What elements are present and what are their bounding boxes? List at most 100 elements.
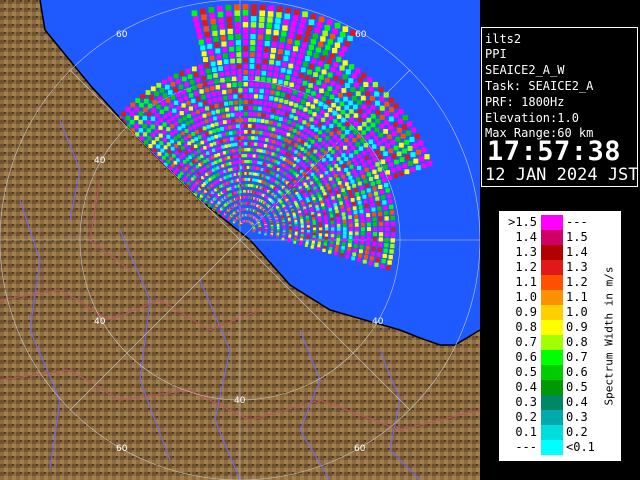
echo-cell <box>378 232 384 237</box>
echo-cell <box>330 237 334 241</box>
echo-cell <box>337 122 342 127</box>
echo-cell <box>348 223 353 227</box>
echo-cell <box>243 40 249 46</box>
echo-cell <box>349 64 355 70</box>
echo-cell <box>156 104 161 110</box>
echo-cell <box>220 35 226 41</box>
echo-cell <box>346 160 351 165</box>
echo-cell <box>209 12 215 19</box>
echo-cell <box>314 135 319 139</box>
echo-cell <box>350 179 355 184</box>
echo-cell <box>319 227 323 231</box>
echo-cell <box>387 175 393 180</box>
echo-cell <box>377 247 382 252</box>
echo-cell <box>271 47 276 53</box>
echo-cell <box>248 88 254 93</box>
echo-cell <box>202 126 207 131</box>
echo-cell <box>220 152 224 156</box>
echo-cell <box>229 101 234 106</box>
echo-cell <box>248 100 253 105</box>
echo-cell <box>213 73 218 78</box>
echo-cell <box>284 50 290 56</box>
echo-cell <box>402 163 407 168</box>
echo-cell <box>346 186 351 190</box>
echo-cell <box>418 140 424 146</box>
echo-cell <box>150 86 156 92</box>
legend-row: >1.5 --- <box>503 215 593 230</box>
echo-cell <box>230 58 235 64</box>
product-type: PPI <box>485 47 507 61</box>
echo-cell <box>146 111 152 117</box>
echo-cell <box>327 72 333 78</box>
radar-ppi-map[interactable]: 60 60 40 40 40 40 60 60 <box>0 0 480 480</box>
echo-cell <box>327 39 333 45</box>
echo-cell <box>235 28 241 34</box>
echo-cell <box>359 185 364 190</box>
echo-cell <box>415 165 421 171</box>
echo-cell <box>339 142 344 147</box>
echo-cell <box>348 175 353 180</box>
echo-cell <box>307 137 312 142</box>
echo-cell <box>344 167 349 172</box>
legend-row: 1.1 1.2 <box>503 275 593 290</box>
echo-cell <box>195 130 199 134</box>
echo-cell <box>177 141 182 146</box>
echo-cell <box>327 107 333 113</box>
echo-cell <box>259 88 264 94</box>
echo-cell <box>378 132 383 138</box>
echo-cell <box>230 112 235 117</box>
echo-cell <box>267 108 271 112</box>
echo-cell <box>125 115 131 121</box>
echo-cell <box>334 248 339 252</box>
legend-upper-bound: 0.7 <box>566 350 588 364</box>
echo-cell <box>341 242 346 246</box>
echo-cell <box>365 183 370 188</box>
echo-cell <box>324 218 328 222</box>
echo-cell <box>259 4 266 11</box>
range-label: 60 <box>355 30 367 40</box>
echo-cell <box>234 4 240 10</box>
echo-cell <box>191 98 196 104</box>
echo-cell <box>321 96 326 102</box>
echo-cell <box>158 133 163 138</box>
echo-cell <box>224 126 228 130</box>
echo-cell <box>302 120 307 125</box>
echo-cell <box>194 137 198 141</box>
echo-cell <box>360 231 365 236</box>
echo-cell <box>162 130 167 135</box>
echo-cell <box>181 146 185 150</box>
echo-cell <box>247 148 251 152</box>
echo-cell <box>421 163 427 169</box>
echo-cell <box>240 136 244 140</box>
echo-cell <box>204 119 209 124</box>
echo-cell <box>329 211 333 215</box>
echo-cell <box>299 23 305 29</box>
echo-cell <box>226 10 232 17</box>
echo-cell <box>267 126 272 131</box>
echo-cell <box>243 100 248 105</box>
echo-cell <box>345 199 349 204</box>
echo-cell <box>325 120 330 125</box>
echo-cell <box>183 95 189 100</box>
echo-cell <box>206 38 212 44</box>
echo-cell <box>338 93 343 98</box>
echo-cell <box>297 78 302 84</box>
echo-cell <box>360 236 365 240</box>
echo-cell <box>327 204 332 208</box>
echo-cell <box>389 210 395 215</box>
legend-upper-bound: 1.0 <box>566 305 588 319</box>
echo-cell <box>214 122 219 127</box>
echo-cell <box>219 72 224 77</box>
echo-cell <box>323 242 327 246</box>
echo-cell <box>330 67 336 73</box>
legend-upper-bound: 1.1 <box>566 290 588 304</box>
echo-cell <box>372 157 378 162</box>
echo-cell <box>375 109 381 115</box>
echo-cell <box>199 70 205 76</box>
echo-cell <box>329 167 334 172</box>
echo-cell <box>216 5 223 12</box>
echo-cell <box>369 197 374 202</box>
echo-cell <box>203 57 208 62</box>
echo-cell <box>202 113 207 118</box>
legend-upper-bound: --- <box>566 215 588 229</box>
